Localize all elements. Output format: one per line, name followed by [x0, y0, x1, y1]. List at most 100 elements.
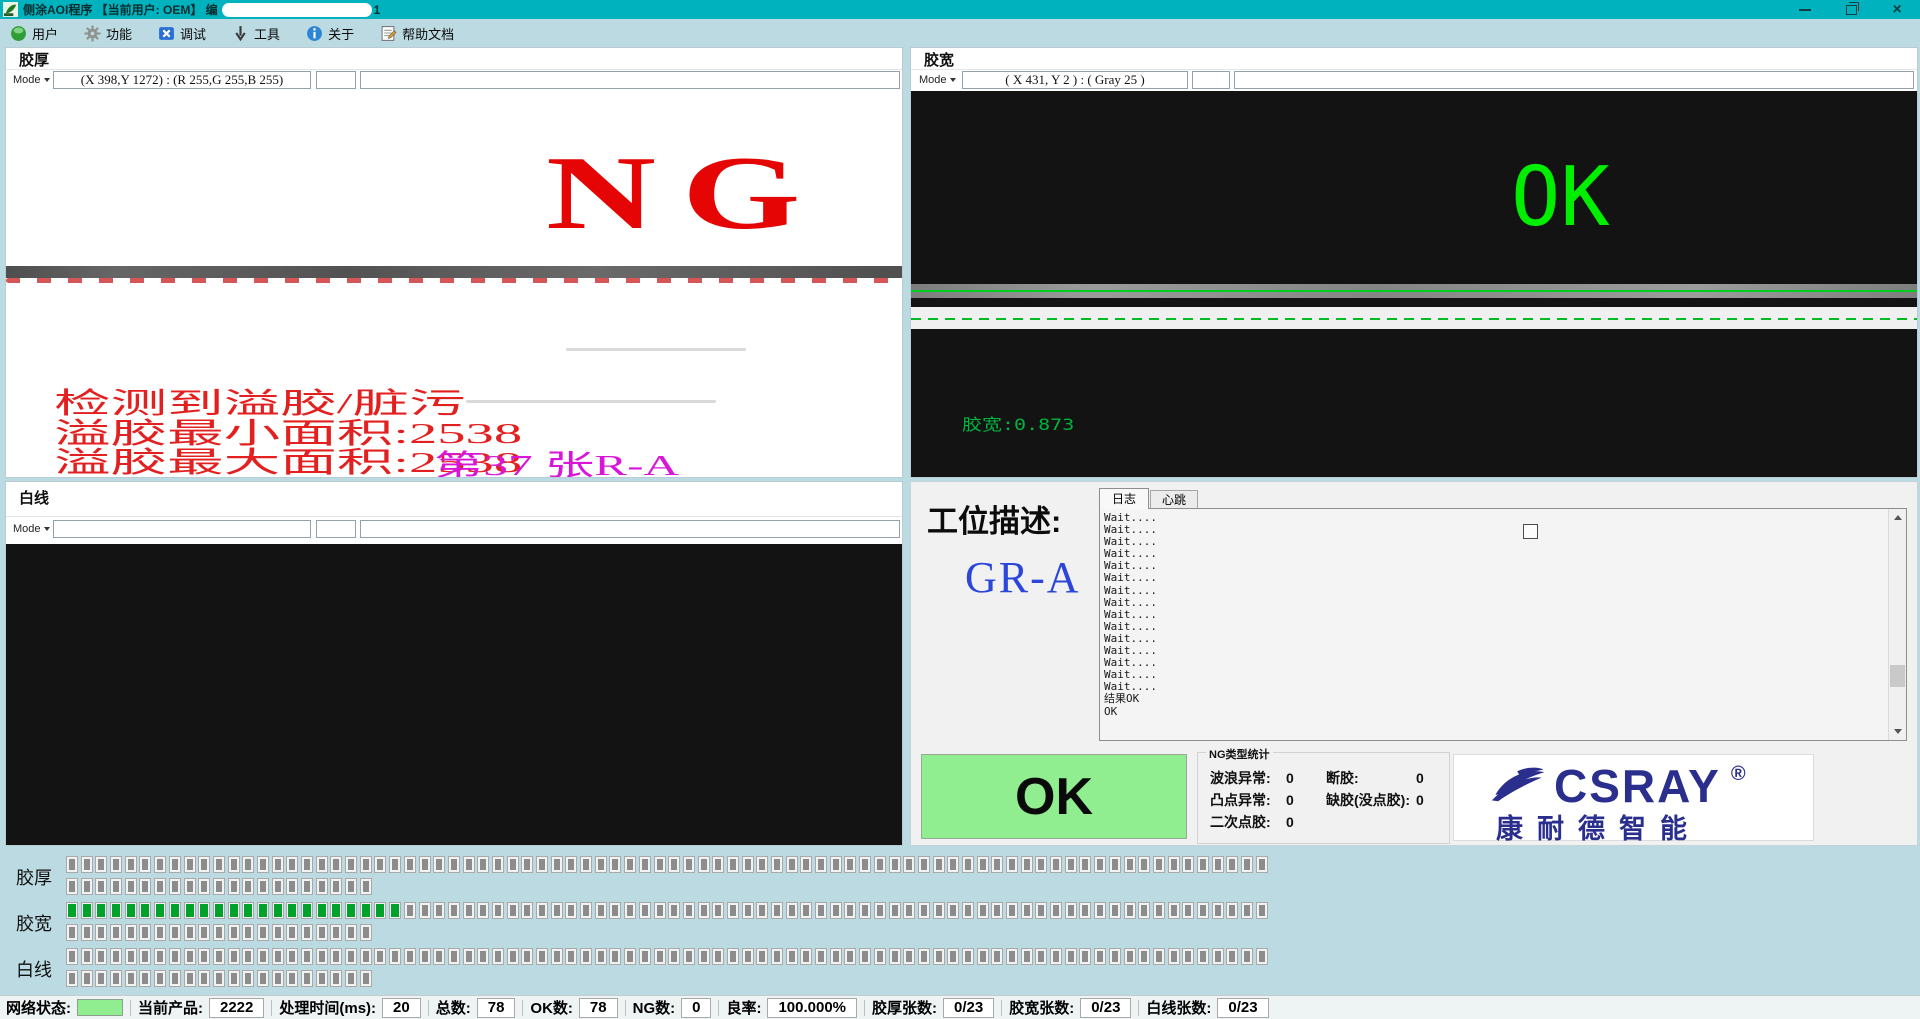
progress-cell	[301, 924, 313, 941]
stat-row: 凸点异常:0	[1210, 789, 1294, 811]
menu-item[interactable]: 用户	[10, 24, 58, 43]
progress-cell	[198, 948, 210, 965]
progress-cell	[639, 856, 651, 873]
progress-cell	[213, 948, 225, 965]
menu-item[interactable]: 调试	[158, 24, 206, 43]
progress-cell	[228, 856, 240, 873]
edge-detect-line	[911, 290, 1917, 292]
progress-cell	[1138, 902, 1150, 919]
scrollbar-thumb[interactable]	[1890, 665, 1905, 687]
close-button[interactable]: ×	[1874, 0, 1920, 19]
status-value: 78	[477, 998, 516, 1018]
ng-stats-column: 波浪异常:0凸点异常:0二次点胶:0	[1210, 767, 1294, 833]
progress-cell	[698, 856, 710, 873]
progress-cell	[1212, 902, 1224, 919]
stat-value: 0	[1416, 792, 1424, 808]
progress-cell	[257, 970, 269, 987]
ng-stats-column: 断胶:0缺胶(没点胶):0	[1326, 767, 1424, 811]
log-line: Wait....	[1104, 512, 1884, 524]
result-text-ng: NG	[546, 140, 827, 245]
progress-cell	[551, 948, 563, 965]
progress-cell	[184, 878, 196, 895]
log-line: Wait....	[1104, 669, 1884, 681]
progress-cell	[228, 878, 240, 895]
progress-cell	[933, 948, 945, 965]
progress-cell	[712, 856, 724, 873]
progress-cell	[257, 924, 269, 941]
progress-cell	[110, 924, 122, 941]
progress-cell	[198, 878, 210, 895]
progress-cell	[316, 902, 328, 919]
scroll-down-icon[interactable]	[1889, 723, 1906, 740]
progress-cell	[492, 948, 504, 965]
log-line: Wait....	[1104, 633, 1884, 645]
progress-cell	[360, 878, 372, 895]
progress-cell	[139, 878, 151, 895]
progress-cell	[213, 924, 225, 941]
panel-title: 胶宽	[924, 49, 954, 70]
menu-item[interactable]: 功能	[84, 24, 132, 43]
progress-cell	[345, 878, 357, 895]
station-description-label: 工位描述:	[927, 496, 1061, 541]
status-value: 0/23	[1080, 998, 1131, 1018]
menu-item-label: 功能	[106, 24, 132, 43]
status-bar: 网络状态: 当前产品:2222处理时间(ms):20总数:78OK数:78NG数…	[0, 995, 1920, 1019]
progress-cell	[1094, 902, 1106, 919]
menu-item[interactable]: 帮助文档	[380, 24, 454, 43]
progress-cell	[374, 902, 386, 919]
progress-cell	[1168, 948, 1180, 965]
progress-cell	[257, 948, 269, 965]
progress-label-thickness: 胶厚	[16, 864, 52, 890]
help-doc-icon	[380, 25, 397, 42]
tab-log[interactable]: 日志	[1099, 488, 1149, 509]
log-scrollbar[interactable]	[1888, 509, 1906, 740]
progress-cell	[536, 856, 548, 873]
scroll-up-icon[interactable]	[1889, 509, 1906, 526]
tab-heartbeat[interactable]: 心跳	[1150, 490, 1198, 509]
progress-cell	[1153, 856, 1165, 873]
mode-dropdown[interactable]: Mode	[10, 520, 53, 538]
menu-item[interactable]: 关于	[306, 24, 354, 43]
progress-cell	[874, 902, 886, 919]
window-title: 侧涂AOI程序 【当前用户: OEM】 编	[23, 1, 218, 18]
progress-cell	[198, 902, 210, 919]
menu-item[interactable]: 工具	[232, 24, 280, 43]
progress-cell	[654, 902, 666, 919]
progress-cell	[565, 948, 577, 965]
progress-cell	[1226, 856, 1238, 873]
minimize-button[interactable]	[1782, 0, 1828, 19]
progress-cell	[110, 902, 122, 919]
mode-dropdown[interactable]: Mode	[916, 71, 959, 89]
progress-cell	[286, 924, 298, 941]
progress-cell	[1021, 856, 1033, 873]
progress-cell	[404, 902, 416, 919]
progress-cell	[1182, 856, 1194, 873]
log-output[interactable]: Wait....Wait....Wait....Wait....Wait....…	[1099, 508, 1907, 741]
mode-dropdown[interactable]: Mode	[10, 71, 53, 89]
progress-cell	[536, 948, 548, 965]
progress-cell	[977, 856, 989, 873]
progress-cell	[169, 948, 181, 965]
progress-cell	[1197, 856, 1209, 873]
progress-cell	[933, 902, 945, 919]
progress-cell	[830, 948, 842, 965]
progress-cell	[1256, 856, 1268, 873]
progress-cell	[154, 856, 166, 873]
log-checkbox[interactable]	[1523, 524, 1538, 539]
progress-cell	[1094, 948, 1106, 965]
log-line: Wait....	[1104, 536, 1884, 548]
progress-cell	[742, 856, 754, 873]
progress-cell	[595, 948, 607, 965]
toolbar-box-small	[1192, 71, 1230, 89]
log-line: OK	[1104, 706, 1884, 718]
progress-cell	[565, 856, 577, 873]
status-label: 胶厚张数:	[872, 997, 937, 1018]
progress-cell	[213, 902, 225, 919]
log-line: Wait....	[1104, 548, 1884, 560]
progress-cell	[609, 948, 621, 965]
progress-cell	[110, 878, 122, 895]
status-divider	[130, 1000, 131, 1016]
progress-cell	[756, 948, 768, 965]
overall-result-indicator: OK	[921, 754, 1187, 839]
restore-button[interactable]	[1828, 0, 1874, 19]
